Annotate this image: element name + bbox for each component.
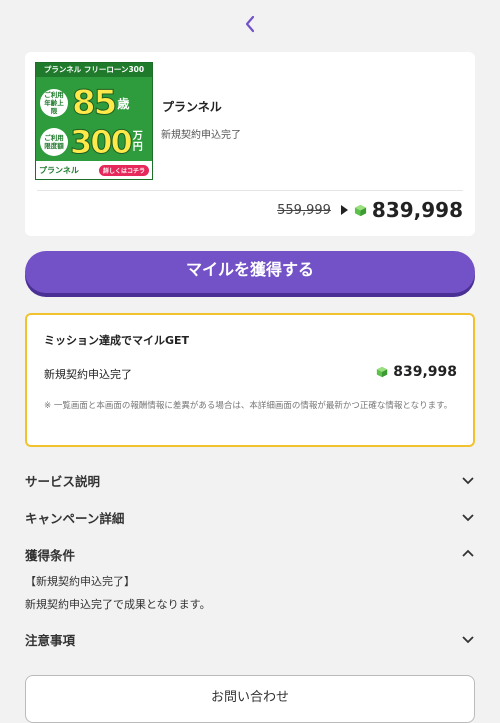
mission-item-label: 新規契約申込完了 <box>44 368 132 381</box>
accordion-label: 注意事項 <box>25 632 76 648</box>
chevron-down-icon <box>462 514 474 522</box>
conditions-text-heading: 【新規契約申込完了】 <box>25 575 135 588</box>
banner-age-badge: ご利用年齢上限 <box>40 89 68 117</box>
accordion-label: キャンペーン詳細 <box>25 510 125 526</box>
triangle-right-icon <box>340 205 348 215</box>
mission-note: ※ 一覧画面と本画面の報酬情報に差異がある場合は、本詳細画面の情報が最新かつ正確… <box>44 401 453 411</box>
chevron-down-icon <box>462 477 474 485</box>
chevron-down-icon <box>462 636 474 644</box>
accordion-label: サービス説明 <box>25 473 101 489</box>
banner-top-text: プランネル フリーローン300 <box>36 63 152 77</box>
accordion-notes[interactable]: 注意事項 <box>25 628 475 650</box>
banner-limit-number: 300 <box>70 123 134 162</box>
banner-limit-row: ご利用限度額 300 万円 <box>40 123 145 162</box>
back-button[interactable] <box>236 10 264 38</box>
banner-age-number: 85 <box>71 83 117 124</box>
price-row: 559,999 839,998 <box>277 198 463 222</box>
mission-item-value: 839,998 <box>393 364 457 380</box>
conditions-text-body: 新規契約申込完了で成果となります。 <box>25 598 211 611</box>
chevron-up-icon <box>462 549 474 557</box>
accordion-service-description[interactable]: サービス説明 <box>25 469 475 491</box>
banner-limit-badge: ご利用限度額 <box>40 128 68 156</box>
banner-age-row: ご利用年齢上限 85 歳 <box>40 83 130 124</box>
offer-banner-image[interactable]: プランネル フリーローン300 ご利用年齢上限 85 歳 ご利用限度額 300 … <box>35 62 153 180</box>
offer-subtitle: 新規契約申込完了 <box>161 130 241 141</box>
chevron-left-icon <box>245 15 255 33</box>
accordion-campaign-details[interactable]: キャンペーン詳細 <box>25 506 475 528</box>
new-price: 839,998 <box>371 198 463 222</box>
mission-title: ミッション達成でマイルGET <box>44 334 190 347</box>
earn-miles-button[interactable]: マイルを獲得する <box>25 251 475 293</box>
contact-button[interactable]: お問い合わせ <box>25 675 475 723</box>
banner-limit-unit: 万円 <box>132 131 143 153</box>
banner-detail-button[interactable]: 詳しくはコチラ <box>98 164 149 176</box>
header <box>0 10 500 38</box>
offer-title: プランネル <box>162 100 222 114</box>
offer-card[interactable]: プランネル フリーローン300 ご利用年齢上限 85 歳 ご利用限度額 300 … <box>25 52 475 236</box>
mission-box: ミッション達成でマイルGET 新規契約申込完了 839,998 ※ 一覧画面と本… <box>25 313 475 447</box>
divider <box>37 190 463 191</box>
gem-icon <box>354 204 366 216</box>
accordion-acquisition-conditions[interactable]: 獲得条件 <box>25 543 475 565</box>
accordion-label: 獲得条件 <box>25 547 76 563</box>
old-price: 559,999 <box>277 202 331 218</box>
gem-icon <box>377 366 388 378</box>
banner-logo: プランネル <box>39 165 79 175</box>
banner-age-unit: 歳 <box>117 96 130 111</box>
banner-footer: プランネル 詳しくはコチラ <box>36 161 152 179</box>
mission-reward: 839,998 <box>376 364 457 380</box>
